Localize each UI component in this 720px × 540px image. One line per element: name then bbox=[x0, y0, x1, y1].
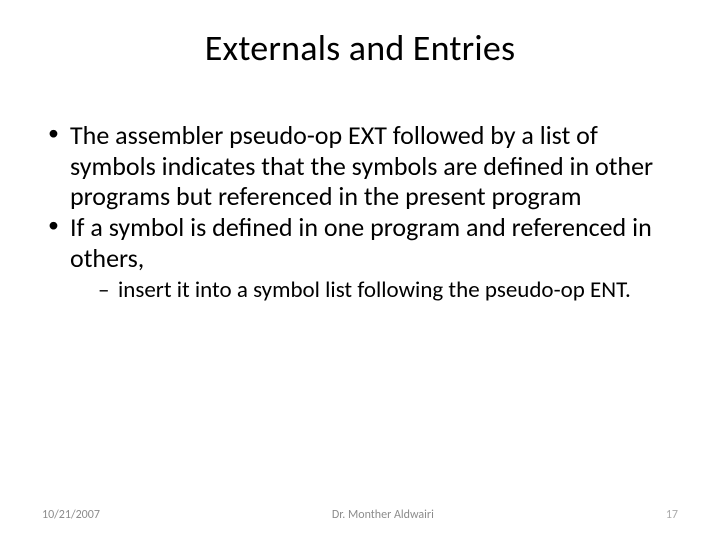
bullet-list: The assembler pseudo-op EXT followed by … bbox=[48, 120, 680, 304]
footer-date: 10/21/2007 bbox=[42, 508, 100, 522]
slide: Externals and Entries The assembler pseu… bbox=[0, 0, 720, 540]
sub-bullet-item: insert it into a symbol list following t… bbox=[98, 277, 680, 304]
slide-footer: 10/21/2007 Dr. Monther Aldwairi 17 bbox=[0, 508, 720, 522]
bullet-text: If a symbol is defined in one program an… bbox=[70, 211, 652, 274]
sub-bullet-text: insert it into a symbol list following t… bbox=[118, 276, 631, 304]
bullet-text: The assembler pseudo-op EXT followed by … bbox=[70, 119, 653, 212]
bullet-item: The assembler pseudo-op EXT followed by … bbox=[48, 120, 680, 212]
footer-author: Dr. Monther Aldwairi bbox=[332, 508, 434, 522]
footer-page-number: 17 bbox=[666, 508, 678, 522]
slide-title: Externals and Entries bbox=[40, 26, 680, 70]
slide-content: The assembler pseudo-op EXT followed by … bbox=[40, 120, 680, 304]
sub-bullet-list: insert it into a symbol list following t… bbox=[70, 277, 680, 304]
bullet-item: If a symbol is defined in one program an… bbox=[48, 212, 680, 304]
